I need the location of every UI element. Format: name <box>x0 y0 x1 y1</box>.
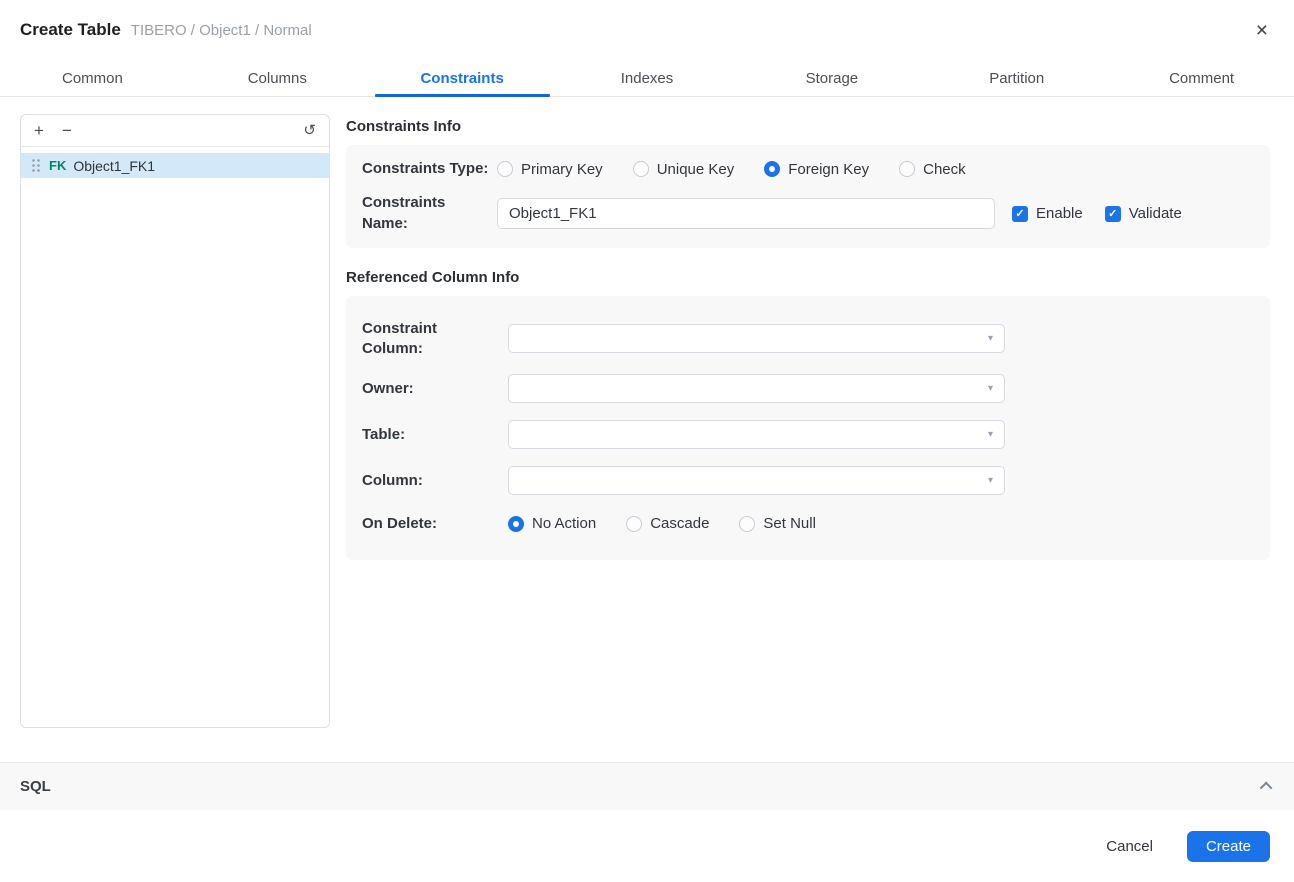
cancel-button[interactable]: Cancel <box>1106 838 1153 855</box>
validate-checkbox[interactable]: ✓ Validate <box>1105 205 1182 222</box>
tab-comment[interactable]: Comment <box>1109 60 1294 96</box>
column-select[interactable]: ▾ <box>508 466 1005 495</box>
radio-set-null[interactable]: Set Null <box>739 515 816 532</box>
add-constraint-button[interactable]: + <box>34 122 44 139</box>
constraints-name-input[interactable] <box>497 198 995 229</box>
radio-checked-icon <box>508 516 524 532</box>
radio-icon <box>497 161 513 177</box>
radio-icon <box>633 161 649 177</box>
chevron-up-icon[interactable] <box>1260 782 1273 795</box>
constraints-name-label: Constraints Name: <box>362 193 497 234</box>
column-label: Column: <box>362 471 508 491</box>
checkbox-checked-icon: ✓ <box>1012 206 1028 222</box>
checkbox-label: Validate <box>1129 205 1182 222</box>
constraints-name-label-text: Constraints Name: <box>362 193 462 234</box>
constraints-info-panel: Constraints Type: Primary Key Unique Key <box>346 145 1270 248</box>
constraints-info-heading: Constraints Info <box>346 118 1270 135</box>
referenced-column-info-heading: Referenced Column Info <box>346 269 1270 286</box>
constraint-column-label: Constraint Column: <box>362 319 508 360</box>
referenced-column-info-panel: Constraint Column: ▾ Owner: ▾ Table: ▾ <box>346 296 1270 560</box>
constraint-column-label-text: Constraint Column: <box>362 319 462 360</box>
owner-select[interactable]: ▾ <box>508 374 1005 403</box>
column-row: Column: ▾ <box>362 458 1254 504</box>
checkbox-label: Enable <box>1036 205 1083 222</box>
radio-label: Set Null <box>763 515 816 532</box>
dropdown-caret-icon: ▾ <box>988 476 993 486</box>
radio-label: Foreign Key <box>788 161 869 178</box>
constraints-type-row: Constraints Type: Primary Key Unique Key <box>362 159 1254 179</box>
constraints-type-radio-group: Primary Key Unique Key Foreign Key <box>497 161 996 178</box>
radio-label: Cascade <box>650 515 709 532</box>
drag-handle-icon[interactable] <box>31 158 40 173</box>
create-button[interactable]: Create <box>1187 831 1270 862</box>
table-label: Table: <box>362 425 508 445</box>
tab-storage[interactable]: Storage <box>739 60 924 96</box>
list-toolbar: + − ↺ <box>21 115 329 147</box>
dropdown-caret-icon: ▾ <box>988 334 993 344</box>
radio-cascade[interactable]: Cascade <box>626 515 709 532</box>
tab-constraints[interactable]: Constraints <box>370 60 555 96</box>
tab-bar: Common Columns Constraints Indexes Stora… <box>0 60 1294 97</box>
radio-label: Check <box>923 161 966 178</box>
radio-icon <box>899 161 915 177</box>
radio-check[interactable]: Check <box>899 161 966 178</box>
remove-constraint-button[interactable]: − <box>62 122 72 139</box>
constraints-name-row: Constraints Name: ✓ Enable ✓ Validate <box>362 193 1254 234</box>
table-select[interactable]: ▾ <box>508 420 1005 449</box>
radio-icon <box>626 516 642 532</box>
table-row: Table: ▾ <box>362 412 1254 458</box>
dropdown-caret-icon: ▾ <box>988 384 993 394</box>
sql-label: SQL <box>20 778 51 795</box>
radio-label: Unique Key <box>657 161 735 178</box>
radio-no-action[interactable]: No Action <box>508 515 596 532</box>
fk-badge: FK <box>49 158 66 173</box>
checkbox-checked-icon: ✓ <box>1105 206 1121 222</box>
on-delete-radio-group: No Action Cascade Set Null <box>508 515 846 532</box>
constraints-list-panel: + − ↺ FK Object1_FK1 <box>20 114 330 728</box>
owner-label: Owner: <box>362 379 508 399</box>
radio-label: Primary Key <box>521 161 603 178</box>
radio-unique-key[interactable]: Unique Key <box>633 161 735 178</box>
constraint-column-row: Constraint Column: ▾ <box>362 312 1254 366</box>
owner-row: Owner: ▾ <box>362 366 1254 412</box>
radio-foreign-key[interactable]: Foreign Key <box>764 161 869 178</box>
constraint-column-select[interactable]: ▾ <box>508 324 1005 353</box>
constraints-type-label: Constraints Type: <box>362 159 497 179</box>
dialog-body: + − ↺ FK Object1_FK1 Constraints Info Co… <box>0 97 1294 728</box>
dropdown-caret-icon: ▾ <box>988 430 993 440</box>
on-delete-label: On Delete: <box>362 514 508 534</box>
dialog-footer: Cancel Create <box>0 810 1294 882</box>
refresh-icon[interactable]: ↺ <box>303 123 316 138</box>
sql-section-toggle[interactable]: SQL <box>0 762 1294 810</box>
enable-checkbox[interactable]: ✓ Enable <box>1012 205 1083 222</box>
page-title: Create Table <box>20 20 121 40</box>
tab-common[interactable]: Common <box>0 60 185 96</box>
constraint-form: Constraints Info Constraints Type: Prima… <box>346 97 1270 560</box>
dialog-header: Create Table TIBERO / Object1 / Normal × <box>0 0 1294 60</box>
constraint-list-item[interactable]: FK Object1_FK1 <box>21 153 329 178</box>
on-delete-row: On Delete: No Action Cascade Set Null <box>362 504 1254 544</box>
radio-primary-key[interactable]: Primary Key <box>497 161 603 178</box>
constraint-flags: ✓ Enable ✓ Validate <box>1012 205 1204 222</box>
radio-icon <box>739 516 755 532</box>
tab-columns[interactable]: Columns <box>185 60 370 96</box>
create-table-dialog: Create Table TIBERO / Object1 / Normal ×… <box>0 0 1294 882</box>
tab-indexes[interactable]: Indexes <box>555 60 740 96</box>
radio-checked-icon <box>764 161 780 177</box>
breadcrumb: TIBERO / Object1 / Normal <box>131 22 312 39</box>
radio-label: No Action <box>532 515 596 532</box>
constraint-item-name: Object1_FK1 <box>73 158 155 174</box>
tab-partition[interactable]: Partition <box>924 60 1109 96</box>
close-icon[interactable]: × <box>1252 18 1272 43</box>
